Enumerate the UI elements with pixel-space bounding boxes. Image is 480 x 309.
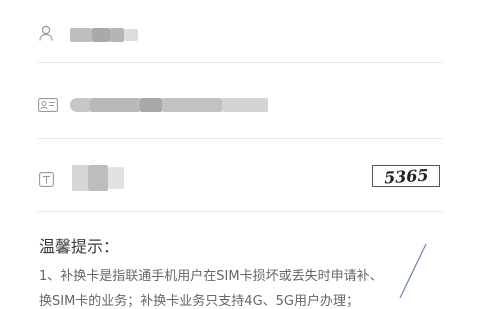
name-value: [0, 0, 1, 1]
id-card-icon: [38, 97, 58, 116]
captcha-input: [0, 139, 1, 140]
user-icon: [39, 25, 53, 45]
id-number-row[interactable]: [0, 63, 480, 125]
divider: [38, 211, 442, 212]
text-t-icon: [39, 172, 54, 191]
captcha-image[interactable]: 5365: [372, 165, 440, 187]
tips-title: 温馨提示：: [39, 237, 120, 256]
captcha-code: 5365: [383, 164, 429, 188]
pen-stroke-mark: [399, 243, 427, 299]
tips-line-1: 1、补换卡是指联通手机用户在SIM卡损坏或丢失时申请补、: [39, 269, 383, 284]
name-row[interactable]: [0, 0, 480, 62]
id-number-value: [0, 63, 1, 64]
